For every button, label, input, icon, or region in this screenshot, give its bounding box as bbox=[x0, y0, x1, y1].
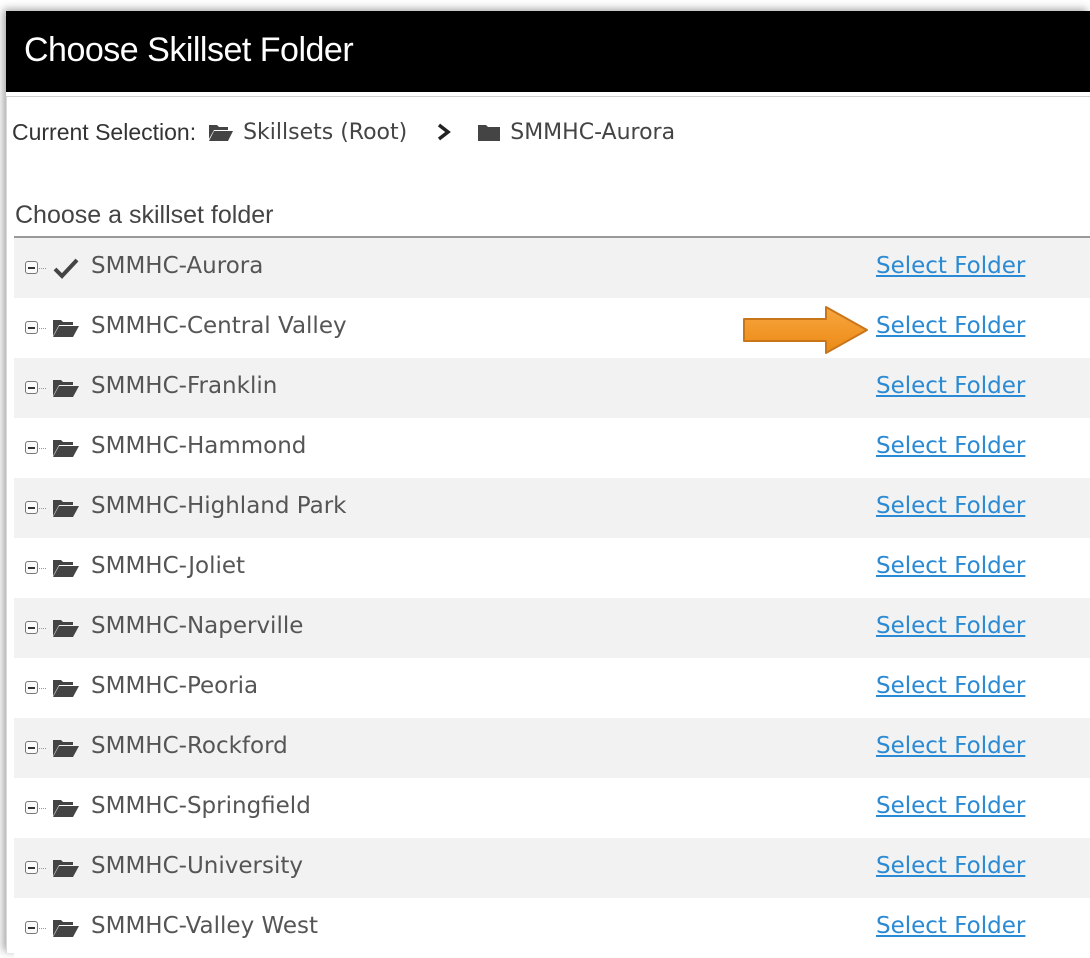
folder-row: SMMHC-Aurora Select Folder bbox=[14, 238, 1090, 298]
folder-name: SMMHC-Highland Park bbox=[91, 493, 347, 519]
folder-row: SMMHC-Hammond Select Folder bbox=[14, 418, 1090, 478]
folder-name: SMMHC-Springfield bbox=[91, 793, 311, 819]
folder-name: SMMHC-Aurora bbox=[91, 253, 264, 279]
tree-branch-line bbox=[39, 688, 46, 689]
select-folder-link[interactable]: Select Folder bbox=[876, 733, 1025, 759]
dialog-titlebar: Choose Skillset Folder bbox=[6, 11, 1090, 92]
folder-row: SMMHC-Rockford Select Folder bbox=[14, 718, 1090, 778]
folder-open-icon bbox=[53, 860, 79, 877]
folder-name: SMMHC-Peoria bbox=[91, 673, 259, 699]
chevron-right-icon bbox=[438, 123, 452, 141]
folder-name: SMMHC-Naperville bbox=[91, 613, 304, 639]
select-folder-link[interactable]: Select Folder bbox=[876, 613, 1025, 639]
breadcrumb-current: SMMHC-Aurora bbox=[477, 120, 675, 145]
folder-open-icon bbox=[53, 680, 79, 697]
tree-branch-line bbox=[39, 628, 46, 629]
breadcrumb-root-label: Skillsets (Root) bbox=[243, 119, 408, 145]
folder-open-icon bbox=[53, 620, 79, 637]
select-folder-link[interactable]: Select Folder bbox=[876, 553, 1025, 579]
tree-branch-line bbox=[39, 268, 46, 269]
folder-open-icon bbox=[53, 440, 79, 457]
folder-row: SMMHC-Springfield Select Folder bbox=[14, 778, 1090, 838]
folder-open-icon bbox=[53, 740, 79, 757]
select-folder-link[interactable]: Select Folder bbox=[876, 673, 1025, 699]
tree-branch-line bbox=[39, 808, 46, 809]
folder-open-icon bbox=[53, 560, 79, 577]
select-folder-link[interactable]: Select Folder bbox=[876, 253, 1025, 279]
folder-open-icon bbox=[209, 125, 234, 141]
folder-open-icon bbox=[53, 380, 79, 397]
collapse-toggle-icon[interactable] bbox=[25, 561, 38, 574]
breadcrumb-root: Skillsets (Root) bbox=[208, 120, 407, 145]
folder-open-icon bbox=[53, 920, 79, 937]
folder-row: SMMHC-Valley West Select Folder bbox=[14, 898, 1090, 958]
collapse-toggle-icon[interactable] bbox=[25, 681, 38, 694]
arrow-right-icon bbox=[743, 306, 868, 354]
folder-open-icon bbox=[53, 320, 79, 337]
collapse-toggle-icon[interactable] bbox=[25, 801, 38, 814]
select-folder-link[interactable]: Select Folder bbox=[876, 493, 1025, 519]
current-selection-label: Current Selection: bbox=[12, 118, 197, 145]
select-folder-link[interactable]: Select Folder bbox=[876, 373, 1025, 399]
folder-name: SMMHC-Central Valley bbox=[91, 313, 347, 339]
titlebar-divider bbox=[6, 92, 1090, 97]
folder-tree: SMMHC-Aurora Select Folder SMMHC-Central… bbox=[14, 238, 1090, 958]
dialog-left-border bbox=[6, 97, 7, 953]
folder-row: SMMHC-Naperville Select Folder bbox=[14, 598, 1090, 658]
collapse-toggle-icon[interactable] bbox=[25, 621, 38, 634]
folder-name: SMMHC-Rockford bbox=[91, 733, 288, 759]
collapse-toggle-icon[interactable] bbox=[25, 381, 38, 394]
select-folder-link[interactable]: Select Folder bbox=[876, 853, 1025, 879]
tree-branch-line bbox=[39, 868, 46, 869]
choose-skillset-folder-dialog: Choose Skillset Folder Current Selection… bbox=[6, 11, 1090, 958]
dialog-title: Choose Skillset Folder bbox=[24, 31, 354, 69]
breadcrumb-current-label: SMMHC-Aurora bbox=[510, 119, 676, 145]
select-folder-link[interactable]: Select Folder bbox=[876, 433, 1025, 459]
collapse-toggle-icon[interactable] bbox=[25, 861, 38, 874]
select-folder-link[interactable]: Select Folder bbox=[876, 913, 1025, 939]
tree-branch-line bbox=[39, 748, 46, 749]
collapse-toggle-icon[interactable] bbox=[25, 321, 38, 334]
select-folder-link[interactable]: Select Folder bbox=[876, 313, 1025, 339]
folder-name: SMMHC-Joliet bbox=[91, 553, 246, 579]
folder-open-icon bbox=[53, 800, 79, 817]
folder-icon bbox=[478, 125, 501, 141]
folder-row: SMMHC-University Select Folder bbox=[14, 838, 1090, 898]
folder-name: SMMHC-Valley West bbox=[91, 913, 319, 939]
collapse-toggle-icon[interactable] bbox=[25, 921, 38, 934]
folder-row: SMMHC-Joliet Select Folder bbox=[14, 538, 1090, 598]
tree-branch-line bbox=[39, 568, 46, 569]
folder-row: SMMHC-Highland Park Select Folder bbox=[14, 478, 1090, 538]
collapse-toggle-icon[interactable] bbox=[25, 501, 38, 514]
folder-row: SMMHC-Central Valley Select Folder bbox=[14, 298, 1090, 358]
collapse-toggle-icon[interactable] bbox=[25, 261, 38, 274]
tree-branch-line bbox=[39, 388, 46, 389]
current-selection-breadcrumb: Current Selection: Skillsets (Root) SMMH… bbox=[12, 117, 675, 147]
folder-row: SMMHC-Franklin Select Folder bbox=[14, 358, 1090, 418]
collapse-toggle-icon[interactable] bbox=[25, 441, 38, 454]
tree-branch-line bbox=[39, 448, 46, 449]
section-heading: Choose a skillset folder bbox=[15, 201, 274, 229]
folder-row: SMMHC-Peoria Select Folder bbox=[14, 658, 1090, 718]
checkmark-icon bbox=[53, 258, 79, 279]
folder-open-icon bbox=[53, 500, 79, 517]
folder-name: SMMHC-Franklin bbox=[91, 373, 278, 399]
select-folder-link[interactable]: Select Folder bbox=[876, 793, 1025, 819]
tree-branch-line bbox=[39, 928, 46, 929]
folder-name: SMMHC-University bbox=[91, 853, 303, 879]
tree-branch-line bbox=[39, 508, 46, 509]
folder-name: SMMHC-Hammond bbox=[91, 433, 307, 459]
tree-branch-line bbox=[39, 328, 46, 329]
collapse-toggle-icon[interactable] bbox=[25, 741, 38, 754]
